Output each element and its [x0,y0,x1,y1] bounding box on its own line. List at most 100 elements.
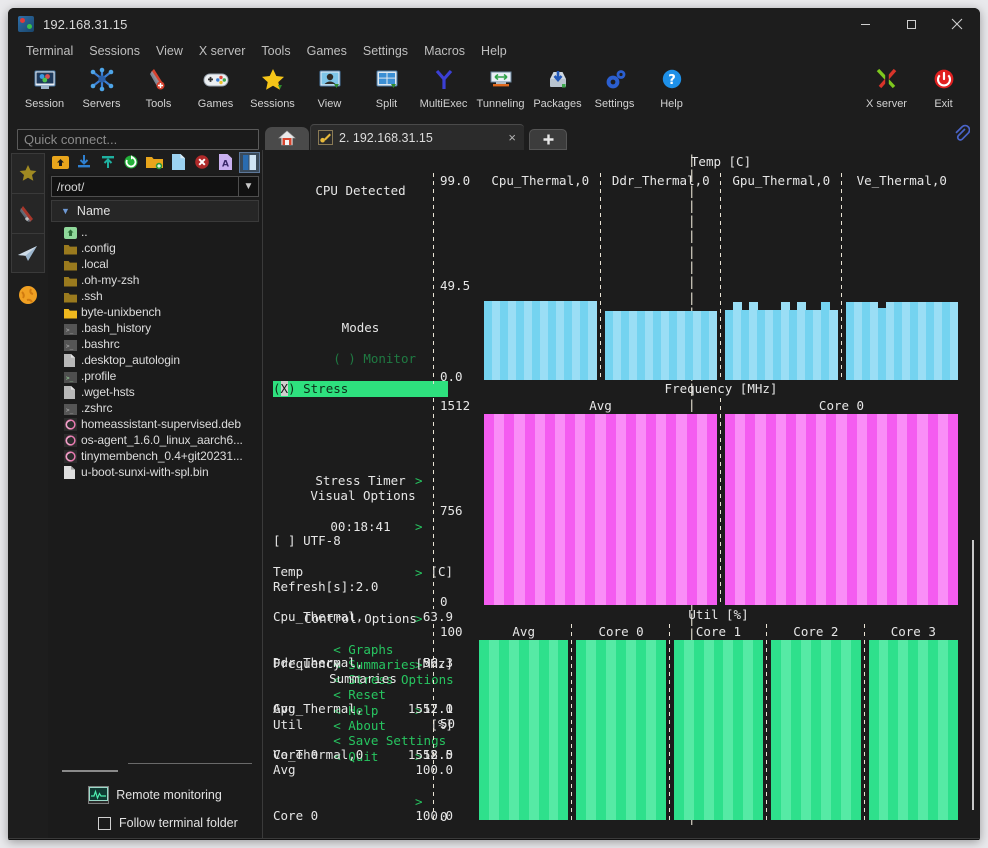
file-list[interactable]: .. .config .local .oh-my-zsh .ssh byte-u… [48,222,262,763]
list-item[interactable]: .wget-hsts [48,384,262,400]
menu-view[interactable]: View [148,40,191,62]
toolbar-sessions-button[interactable]: Sessions [244,62,301,110]
parent-dir-icon [64,226,77,239]
svg-text:>_: >_ [66,343,74,350]
maximize-button[interactable] [888,8,934,40]
tab-session-label: 2. 192.168.31.15 [339,130,433,145]
menu-sessions[interactable]: Sessions [81,40,148,62]
list-item[interactable]: >_ .bashrc [48,336,262,352]
close-button[interactable] [934,8,980,40]
horizontal-scrollbar[interactable] [62,770,118,772]
file-name: .ssh [81,289,103,303]
toolbar-help-button[interactable]: ? Help [643,62,700,110]
toolbar-session-button[interactable]: Session [16,62,73,110]
list-item[interactable]: .desktop_autologin [48,352,262,368]
globe-button[interactable] [11,273,45,317]
tab-home[interactable] [265,127,309,150]
tab-close-icon[interactable]: × [508,130,516,145]
remote-monitoring-button[interactable]: Remote monitoring [48,786,262,804]
chart-bar [488,640,500,820]
list-item[interactable]: tinymembench_0.4+git20231... [48,448,262,464]
toolbar-games-button[interactable]: Games [187,62,244,110]
mode-monitor[interactable]: ( ) Monitor [333,351,416,366]
toolbar-multiexec-button[interactable]: MultiExec [415,62,472,110]
follow-terminal-folder-checkbox[interactable] [98,816,111,830]
list-item[interactable]: .local [48,256,262,272]
terminal-pane[interactable]: CPU Detected Modes ( ) Monitor (X) Stres… [263,150,980,838]
column-header-name[interactable]: ▼ Name [51,200,259,222]
list-item[interactable]: >_ .bash_history [48,320,262,336]
chart-bar [524,414,536,605]
toolbar-multiexec-label: MultiExec [419,98,468,110]
terminal-scrollbar[interactable] [972,540,974,810]
list-item[interactable]: .oh-my-zsh [48,272,262,288]
chart-bar [826,414,838,605]
menu-help[interactable]: Help [473,40,515,62]
menu-macros[interactable]: Macros [416,40,473,62]
chart-bar [666,414,678,605]
paperclip-icon[interactable] [953,124,971,148]
toolbar-packages-button[interactable]: Packages [529,62,586,110]
delete-icon[interactable] [192,152,213,173]
chart-bar [484,414,495,605]
list-item[interactable]: .ssh [48,288,262,304]
menu-x-server[interactable]: X server [191,40,254,62]
menu-terminal[interactable]: Terminal [18,40,81,62]
toolbar-exit-label: Exit [934,98,953,110]
menu-games[interactable]: Games [299,40,355,62]
toolbar-servers-button[interactable]: Servers [73,62,130,110]
tab-session-active[interactable]: 2. 192.168.31.15 × [310,124,524,150]
toolbar-settings-button[interactable]: Settings [586,62,643,110]
minimize-button[interactable] [842,8,888,40]
chart-bar [775,414,787,605]
toolbar-split-button[interactable]: Split [358,62,415,110]
list-item[interactable]: homeassistant-supervised.deb [48,416,262,432]
chart-bar [708,310,717,380]
visual-options-heading: Visual Options [310,487,416,503]
follow-terminal-folder-row[interactable]: Follow terminal folder [98,816,262,830]
list-item[interactable]: byte-unixbench [48,304,262,320]
tools-button[interactable] [11,193,45,233]
text-edit-icon[interactable]: A [216,152,237,173]
chart-bar [908,640,919,820]
chart-bar [554,414,566,605]
refresh-icon[interactable] [121,152,142,173]
chart-bar [635,640,647,820]
chart-panel-label: Core 1 [695,624,742,639]
menu-settings[interactable]: Settings [355,40,416,62]
menu-tools[interactable]: Tools [253,40,298,62]
list-item[interactable]: u-boot-sunxi-with-spl.bin [48,464,262,480]
chart-bar [791,640,802,820]
upload-icon[interactable] [97,152,118,173]
bookmarks-button[interactable] [11,153,45,193]
download-icon[interactable] [74,152,95,173]
view-toggle-icon[interactable] [239,151,260,173]
svg-text:>_: >_ [66,407,74,414]
toolbar-tunneling-button[interactable]: Tunneling [472,62,529,110]
exit-power-icon [929,65,959,95]
new-folder-icon[interactable] [145,152,166,173]
chart-panel-label: Core 2 [793,624,839,639]
chart-bar [586,640,597,820]
chevron-down-icon[interactable]: ▼ [238,177,258,196]
path-dropdown[interactable]: /root/ ▼ [51,176,259,197]
toolbar-tools-button[interactable]: Tools [130,62,187,110]
toolbar-xserver-button[interactable]: X server [858,62,915,110]
new-tab-button[interactable] [529,129,567,150]
toolbar-exit-button[interactable]: Exit [915,62,972,110]
quick-connect-input[interactable]: Quick connect... [17,129,259,150]
list-item[interactable]: os-agent_1.6.0_linux_aarch6... [48,432,262,448]
list-item[interactable]: .. [48,224,262,240]
new-file-icon[interactable] [168,152,189,173]
parent-folder-icon[interactable] [50,152,71,173]
list-item[interactable]: >_ .profile [48,368,262,384]
list-item[interactable]: .config [48,240,262,256]
toolbar-view-button[interactable]: View [301,62,358,110]
chart-bar [937,414,949,605]
list-item[interactable]: >_ .zshrc [48,400,262,416]
chart-bar [725,414,736,605]
servers-icon [87,65,117,95]
globe-icon [19,286,37,304]
chart-bar [947,414,958,605]
sftp-button[interactable] [11,233,45,273]
